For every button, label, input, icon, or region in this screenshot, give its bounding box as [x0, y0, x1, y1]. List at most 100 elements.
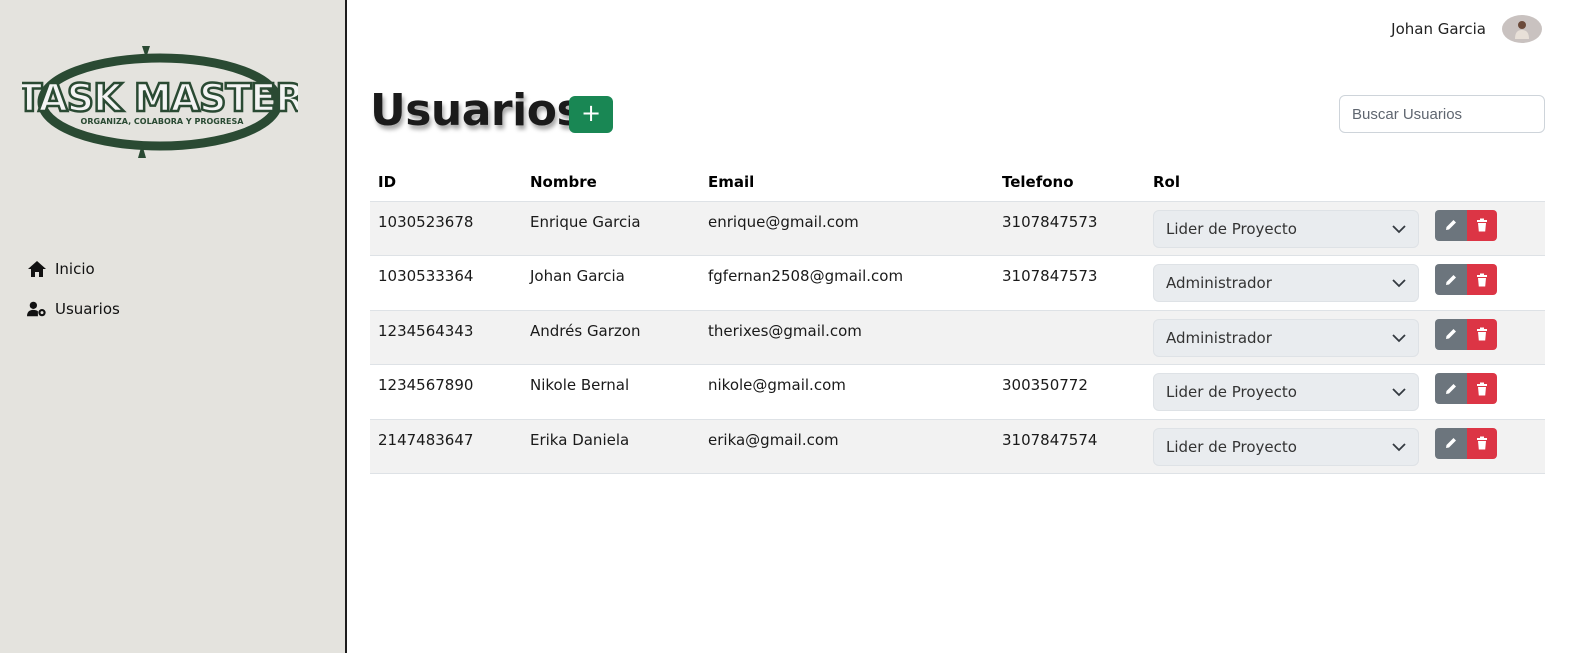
edit-button[interactable] — [1435, 264, 1467, 295]
edit-button[interactable] — [1435, 318, 1467, 350]
cell-email: therixes@gmail.com — [700, 310, 994, 365]
user-name: Johan Garcia — [1391, 20, 1486, 38]
table-row: 1234564343 Andrés Garzon therixes@gmail.… — [370, 310, 1545, 365]
edit-button[interactable] — [1435, 209, 1467, 241]
row-actions — [1435, 427, 1537, 459]
trash-icon — [1477, 273, 1487, 286]
trash-icon — [1477, 218, 1487, 232]
sidebar-nav: Inicio Usuarios — [27, 258, 120, 338]
role-select-value: Administrador — [1166, 274, 1272, 292]
edit-button[interactable] — [1435, 373, 1467, 404]
cell-nombre: Nikole Bernal — [522, 364, 700, 420]
cell-actions — [1427, 419, 1545, 474]
table-row: 1234567890 Nikole Bernal nikole@gmail.co… — [370, 364, 1545, 420]
role-select[interactable]: Administrador — [1153, 318, 1419, 357]
page-title: Usuarios — [370, 85, 583, 136]
header-id: ID — [370, 164, 522, 202]
avatar[interactable] — [1502, 15, 1542, 43]
home-icon — [28, 261, 46, 277]
cell-rol: Lider de Proyecto — [1145, 201, 1427, 256]
row-actions — [1435, 264, 1537, 295]
logo-tagline: ORGANIZA, COLABORA Y PROGRESA — [81, 117, 245, 126]
trash-icon — [1477, 436, 1487, 450]
cell-id: 2147483647 — [370, 419, 522, 474]
cell-rol: Lider de Proyecto — [1145, 364, 1427, 420]
pencil-icon — [1446, 329, 1456, 339]
cell-nombre: Andrés Garzon — [522, 310, 700, 365]
cell-id: 1030523678 — [370, 201, 522, 256]
cell-rol: Administrador — [1145, 255, 1427, 311]
table-row: 2147483647 Erika Daniela erika@gmail.com… — [370, 419, 1545, 474]
cell-telefono: 300350772 — [994, 364, 1145, 420]
cell-telefono: 3107847574 — [994, 419, 1145, 474]
chevron-down-icon — [1392, 224, 1406, 233]
cell-email: fgfernan2508@gmail.com — [700, 255, 994, 311]
role-select-value: Lider de Proyecto — [1166, 383, 1297, 401]
row-actions — [1435, 373, 1537, 404]
table-header-row: ID Nombre Email Telefono Rol — [370, 164, 1545, 202]
pencil-icon — [1446, 383, 1456, 394]
cell-actions — [1427, 310, 1545, 365]
cell-email: nikole@gmail.com — [700, 364, 994, 420]
trash-icon — [1477, 327, 1487, 341]
delete-button[interactable] — [1467, 264, 1497, 295]
sidebar-item-usuarios[interactable]: Usuarios — [27, 298, 120, 320]
header-telefono: Telefono — [994, 164, 1145, 202]
user-menu[interactable]: Johan Garcia — [1391, 15, 1542, 43]
sidebar-item-label: Usuarios — [55, 300, 120, 318]
chevron-down-icon — [1392, 442, 1406, 451]
cell-telefono: 3107847573 — [994, 201, 1145, 256]
sidebar: TASK MASTER ORGANIZA, COLABORA Y PROGRES… — [0, 0, 347, 653]
user-cog-icon — [27, 301, 46, 317]
cell-id: 1234564343 — [370, 310, 522, 365]
header-actions — [1427, 164, 1545, 202]
header-nombre: Nombre — [522, 164, 700, 202]
header-email: Email — [700, 164, 994, 202]
delete-button[interactable] — [1467, 373, 1497, 404]
task-master-logo[interactable]: TASK MASTER ORGANIZA, COLABORA Y PROGRES… — [22, 44, 298, 160]
chevron-down-icon — [1392, 388, 1406, 397]
row-actions — [1435, 209, 1537, 241]
role-select-value: Lider de Proyecto — [1166, 437, 1297, 456]
role-select[interactable]: Lider de Proyecto — [1153, 373, 1419, 411]
users-table: ID Nombre Email Telefono Rol 1030523678 … — [370, 164, 1545, 474]
trash-icon — [1477, 382, 1487, 395]
cell-actions — [1427, 201, 1545, 256]
role-select-value: Lider de Proyecto — [1166, 219, 1297, 238]
role-select[interactable]: Lider de Proyecto — [1153, 427, 1419, 466]
row-actions — [1435, 318, 1537, 350]
role-select[interactable]: Administrador — [1153, 264, 1419, 302]
cell-email: enrique@gmail.com — [700, 201, 994, 256]
sidebar-item-label: Inicio — [55, 260, 95, 278]
search-input[interactable] — [1339, 95, 1545, 133]
delete-button[interactable] — [1467, 427, 1497, 459]
table-row: 1030523678 Enrique Garcia enrique@gmail.… — [370, 201, 1545, 256]
cell-rol: Lider de Proyecto — [1145, 419, 1427, 474]
add-user-button[interactable]: + — [569, 96, 613, 133]
header-rol: Rol — [1145, 164, 1427, 202]
cell-nombre: Johan Garcia — [522, 255, 700, 311]
cell-actions — [1427, 364, 1545, 420]
delete-button[interactable] — [1467, 209, 1497, 241]
cell-id: 1030533364 — [370, 255, 522, 311]
cell-telefono: 3107847573 — [994, 255, 1145, 311]
delete-button[interactable] — [1467, 318, 1497, 350]
cell-actions — [1427, 255, 1545, 311]
pencil-icon — [1446, 438, 1456, 448]
role-select-value: Administrador — [1166, 328, 1272, 347]
chevron-down-icon — [1392, 333, 1406, 342]
cell-nombre: Enrique Garcia — [522, 201, 700, 256]
cell-rol: Administrador — [1145, 310, 1427, 365]
cell-id: 1234567890 — [370, 364, 522, 420]
role-select[interactable]: Lider de Proyecto — [1153, 209, 1419, 248]
logo-title: TASK MASTER — [22, 76, 298, 120]
sidebar-item-inicio[interactable]: Inicio — [27, 258, 120, 280]
chevron-down-icon — [1392, 279, 1406, 288]
cell-telefono — [994, 310, 1145, 365]
cell-nombre: Erika Daniela — [522, 419, 700, 474]
pencil-icon — [1446, 274, 1456, 285]
cell-email: erika@gmail.com — [700, 419, 994, 474]
table-row: 1030533364 Johan Garcia fgfernan2508@gma… — [370, 255, 1545, 311]
edit-button[interactable] — [1435, 427, 1467, 459]
avatar-image — [1515, 21, 1529, 39]
